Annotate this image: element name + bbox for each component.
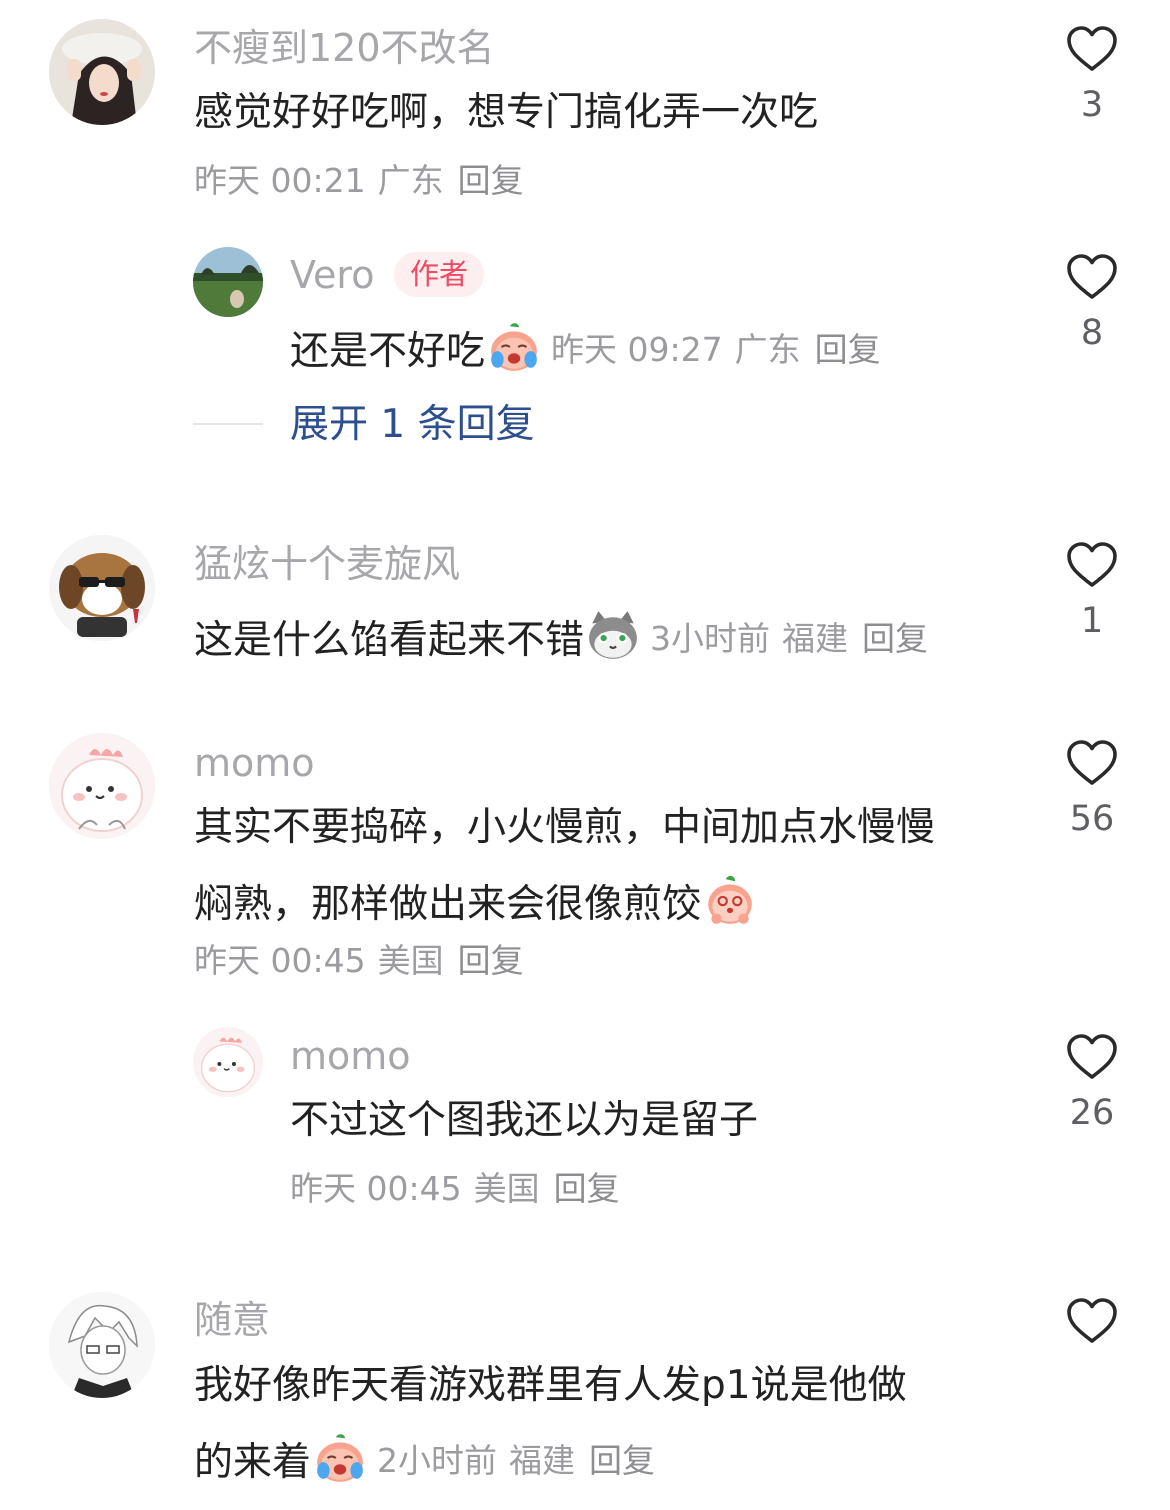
comment-text-content: 的来着 <box>194 1440 312 1485</box>
like-button[interactable]: 26 <box>1052 1034 1132 1131</box>
comment-text-content: 这是什么馅看起来不错 <box>194 618 585 663</box>
like-button[interactable]: 56 <box>1052 740 1132 837</box>
pink-dino-avatar-icon <box>49 733 155 839</box>
crying-peach-emoji-icon <box>487 320 541 374</box>
comment-text-line-1[interactable]: 其实不要捣碎，小火慢煎，中间加点水慢慢 <box>194 808 935 847</box>
comment-text-line-2[interactable]: 焖熟，那样做出来会很像煎饺 <box>194 873 757 927</box>
comment-location: 美国 <box>377 941 444 980</box>
comment-text-content: 焖熟，那样做出来会很像煎饺 <box>194 882 702 927</box>
sunglasses-dog-avatar-icon <box>49 535 155 641</box>
like-count: 3 <box>1080 85 1104 125</box>
heart-outline-icon <box>1066 1298 1118 1344</box>
comment-time: 昨天 09:27 <box>551 330 723 369</box>
golf-course-avatar-icon <box>193 247 263 317</box>
expand-replies-link[interactable]: 展开 1 条回复 <box>290 405 535 444</box>
comment-location: 福建 <box>782 619 849 658</box>
avatar[interactable] <box>49 535 155 641</box>
reply-button[interactable]: 回复 <box>589 1441 655 1480</box>
comment-time: 昨天 00:45 <box>194 941 366 980</box>
comment-meta: 昨天 09:27 广东 回复 <box>551 330 881 369</box>
avatar[interactable] <box>49 1292 155 1398</box>
heart-outline-icon <box>1066 26 1118 72</box>
comment-meta: 2小时前 福建 回复 <box>377 1441 655 1480</box>
like-count: 26 <box>1069 1093 1115 1133</box>
comment-location: 美国 <box>473 1169 540 1208</box>
comment-location: 广东 <box>734 330 801 369</box>
comment-author[interactable]: momo <box>290 1037 411 1075</box>
shy-peach-emoji-icon <box>703 873 757 927</box>
comment-text[interactable]: 不过这个图我还以为是留子 <box>290 1101 758 1140</box>
comment-author[interactable]: 随意 <box>194 1301 270 1339</box>
avatar[interactable] <box>193 1027 263 1097</box>
comment-location: 广东 <box>377 161 444 200</box>
comment-author[interactable]: Vero <box>290 256 374 294</box>
comment-meta: 昨天 00:45 美国 回复 <box>194 944 524 977</box>
comment-text[interactable]: 感觉好好吃啊，想专门搞化弄一次吃 <box>194 93 818 132</box>
heart-outline-icon <box>1066 740 1118 786</box>
comment-time: 昨天 00:45 <box>290 1169 462 1208</box>
comment-text[interactable]: 还是不好吃 昨天 09:27 广东 回复 <box>290 320 881 374</box>
expand-divider <box>193 423 263 425</box>
pink-dino-avatar-icon <box>193 1027 263 1097</box>
comment-time: 昨天 00:21 <box>194 161 366 200</box>
like-count: 56 <box>1069 799 1115 839</box>
comment-text-line-2[interactable]: 的来着 2小时前 福建 回复 <box>194 1431 655 1485</box>
comment-meta: 3小时前 福建 回复 <box>650 619 928 658</box>
reply-button[interactable]: 回复 <box>458 161 524 200</box>
reply-button[interactable]: 回复 <box>554 1169 620 1208</box>
comment-time: 2小时前 <box>377 1441 498 1480</box>
comment-author[interactable]: momo <box>194 744 315 782</box>
reply-button[interactable]: 回复 <box>458 941 524 980</box>
comment-text-line-1[interactable]: 我好像昨天看游戏群里有人发p1说是他做 <box>194 1366 907 1405</box>
like-button[interactable] <box>1052 1298 1132 1360</box>
crying-peach-emoji-icon <box>313 1431 367 1485</box>
like-button[interactable]: 3 <box>1052 26 1132 123</box>
comment-location: 福建 <box>509 1441 576 1480</box>
reply-button[interactable]: 回复 <box>862 619 928 658</box>
heart-outline-icon <box>1066 254 1118 300</box>
sketch-anime-avatar-icon <box>49 1292 155 1398</box>
reply-button[interactable]: 回复 <box>815 330 881 369</box>
girl-photo-avatar-icon <box>49 19 155 125</box>
like-count: 1 <box>1080 601 1104 641</box>
author-badge: 作者 <box>394 252 485 297</box>
avatar[interactable] <box>49 19 155 125</box>
avatar[interactable] <box>193 247 263 317</box>
comment-meta: 昨天 00:45 美国 回复 <box>290 1172 620 1205</box>
comment-meta: 昨天 00:21 广东 回复 <box>194 164 524 197</box>
comment-text[interactable]: 这是什么馅看起来不错 3小时前 福建 回复 <box>194 609 928 663</box>
cat-emoji-icon <box>586 609 640 663</box>
comment-time: 3小时前 <box>650 619 771 658</box>
like-count: 8 <box>1080 313 1104 353</box>
comment-author[interactable]: 猛炫十个麦旋风 <box>194 545 460 583</box>
like-button[interactable]: 1 <box>1052 542 1132 639</box>
heart-outline-icon <box>1066 1034 1118 1080</box>
like-button[interactable]: 8 <box>1052 254 1132 351</box>
comment-author[interactable]: 不瘦到120不改名 <box>194 29 495 67</box>
heart-outline-icon <box>1066 542 1118 588</box>
avatar[interactable] <box>49 733 155 839</box>
comment-text-content: 还是不好吃 <box>290 329 486 374</box>
